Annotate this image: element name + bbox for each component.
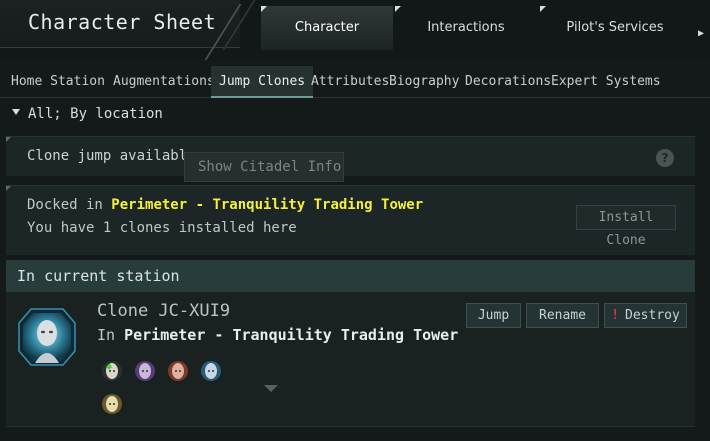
tab-corner-marker xyxy=(540,6,546,12)
location-filter[interactable]: All; By location xyxy=(12,106,163,122)
tab-corner-marker xyxy=(395,6,401,12)
panel-corner-accent xyxy=(6,186,11,191)
title-box: Character Sheet xyxy=(0,0,240,48)
subtab-expert-systems[interactable]: Expert Systems xyxy=(543,66,669,98)
red-implant-icon[interactable] xyxy=(167,360,189,382)
green-implant-icon[interactable] xyxy=(101,360,123,382)
collapse-triangle-icon xyxy=(12,109,20,115)
rename-button[interactable]: Rename xyxy=(526,303,599,328)
clone-location-prefix: In xyxy=(97,326,116,344)
tabs-scroll-right-icon[interactable]: ▶ xyxy=(698,28,704,39)
blue-implant-icon[interactable] xyxy=(200,360,222,382)
section-title: In current station xyxy=(17,267,180,285)
docked-line: Docked in Perimeter - Tranquility Tradin… xyxy=(27,197,423,213)
subtab-augmentations[interactable]: Augmentations xyxy=(105,66,223,98)
installed-clones-text: You have 1 clones installed here xyxy=(27,220,297,236)
tab-pilots-services-label: Pilot's Services xyxy=(566,20,664,35)
gold-implant-icon[interactable] xyxy=(101,393,123,415)
destroy-label: Destroy xyxy=(625,308,680,323)
docked-location-link[interactable]: Perimeter - Tranquility Trading Tower xyxy=(111,197,423,213)
panel-corner-accent xyxy=(6,137,11,142)
clone-location-link[interactable]: Perimeter - Tranquility Trading Tower xyxy=(124,326,458,344)
docked-panel: Docked in Perimeter - Tranquility Tradin… xyxy=(6,185,695,255)
clone-jump-panel: Clone jump available ? xyxy=(6,136,695,176)
clone-jump-status: Clone jump available xyxy=(27,148,196,164)
title-bar: Character Sheet Character Interactions P… xyxy=(0,0,710,60)
section-header[interactable]: In current station xyxy=(6,260,695,292)
tab-corner-marker xyxy=(261,6,267,12)
clone-name: Clone JC-XUI9 xyxy=(97,301,231,321)
tab-interactions[interactable]: Interactions xyxy=(395,6,537,50)
window-title: Character Sheet xyxy=(28,10,217,34)
subtab-home-station[interactable]: Home Station xyxy=(3,66,113,98)
destroy-button[interactable]: ! Destroy xyxy=(604,303,687,328)
clone-entry: Clone JC-XUI9 In Perimeter - Tranquility… xyxy=(6,292,695,427)
tab-character-label: Character xyxy=(294,20,360,35)
subtab-jump-clones[interactable]: Jump Clones xyxy=(211,66,314,98)
filter-label: All; By location xyxy=(28,106,163,122)
help-icon[interactable]: ? xyxy=(656,149,674,167)
tab-interactions-label: Interactions xyxy=(427,20,505,35)
warning-icon: ! xyxy=(611,308,620,323)
clone-location: In Perimeter - Tranquility Trading Tower xyxy=(97,326,458,344)
subtab-biography[interactable]: Biography xyxy=(381,66,467,98)
install-clone-button[interactable]: Install Clone xyxy=(576,205,676,248)
docked-prefix: Docked in xyxy=(27,197,103,213)
purple-implant-icon[interactable] xyxy=(134,360,156,382)
clone-portrait-icon[interactable] xyxy=(17,307,77,367)
tab-character[interactable]: Character xyxy=(261,6,393,50)
tab-pilots-services[interactable]: Pilot's Services xyxy=(540,6,690,50)
expand-implants-icon[interactable] xyxy=(264,385,278,392)
jump-button[interactable]: Jump xyxy=(466,303,521,328)
citadel-info-tooltip: Show Citadel Info xyxy=(184,152,344,182)
sub-tab-bar: Home Station Augmentations Jump Clones A… xyxy=(0,66,710,98)
